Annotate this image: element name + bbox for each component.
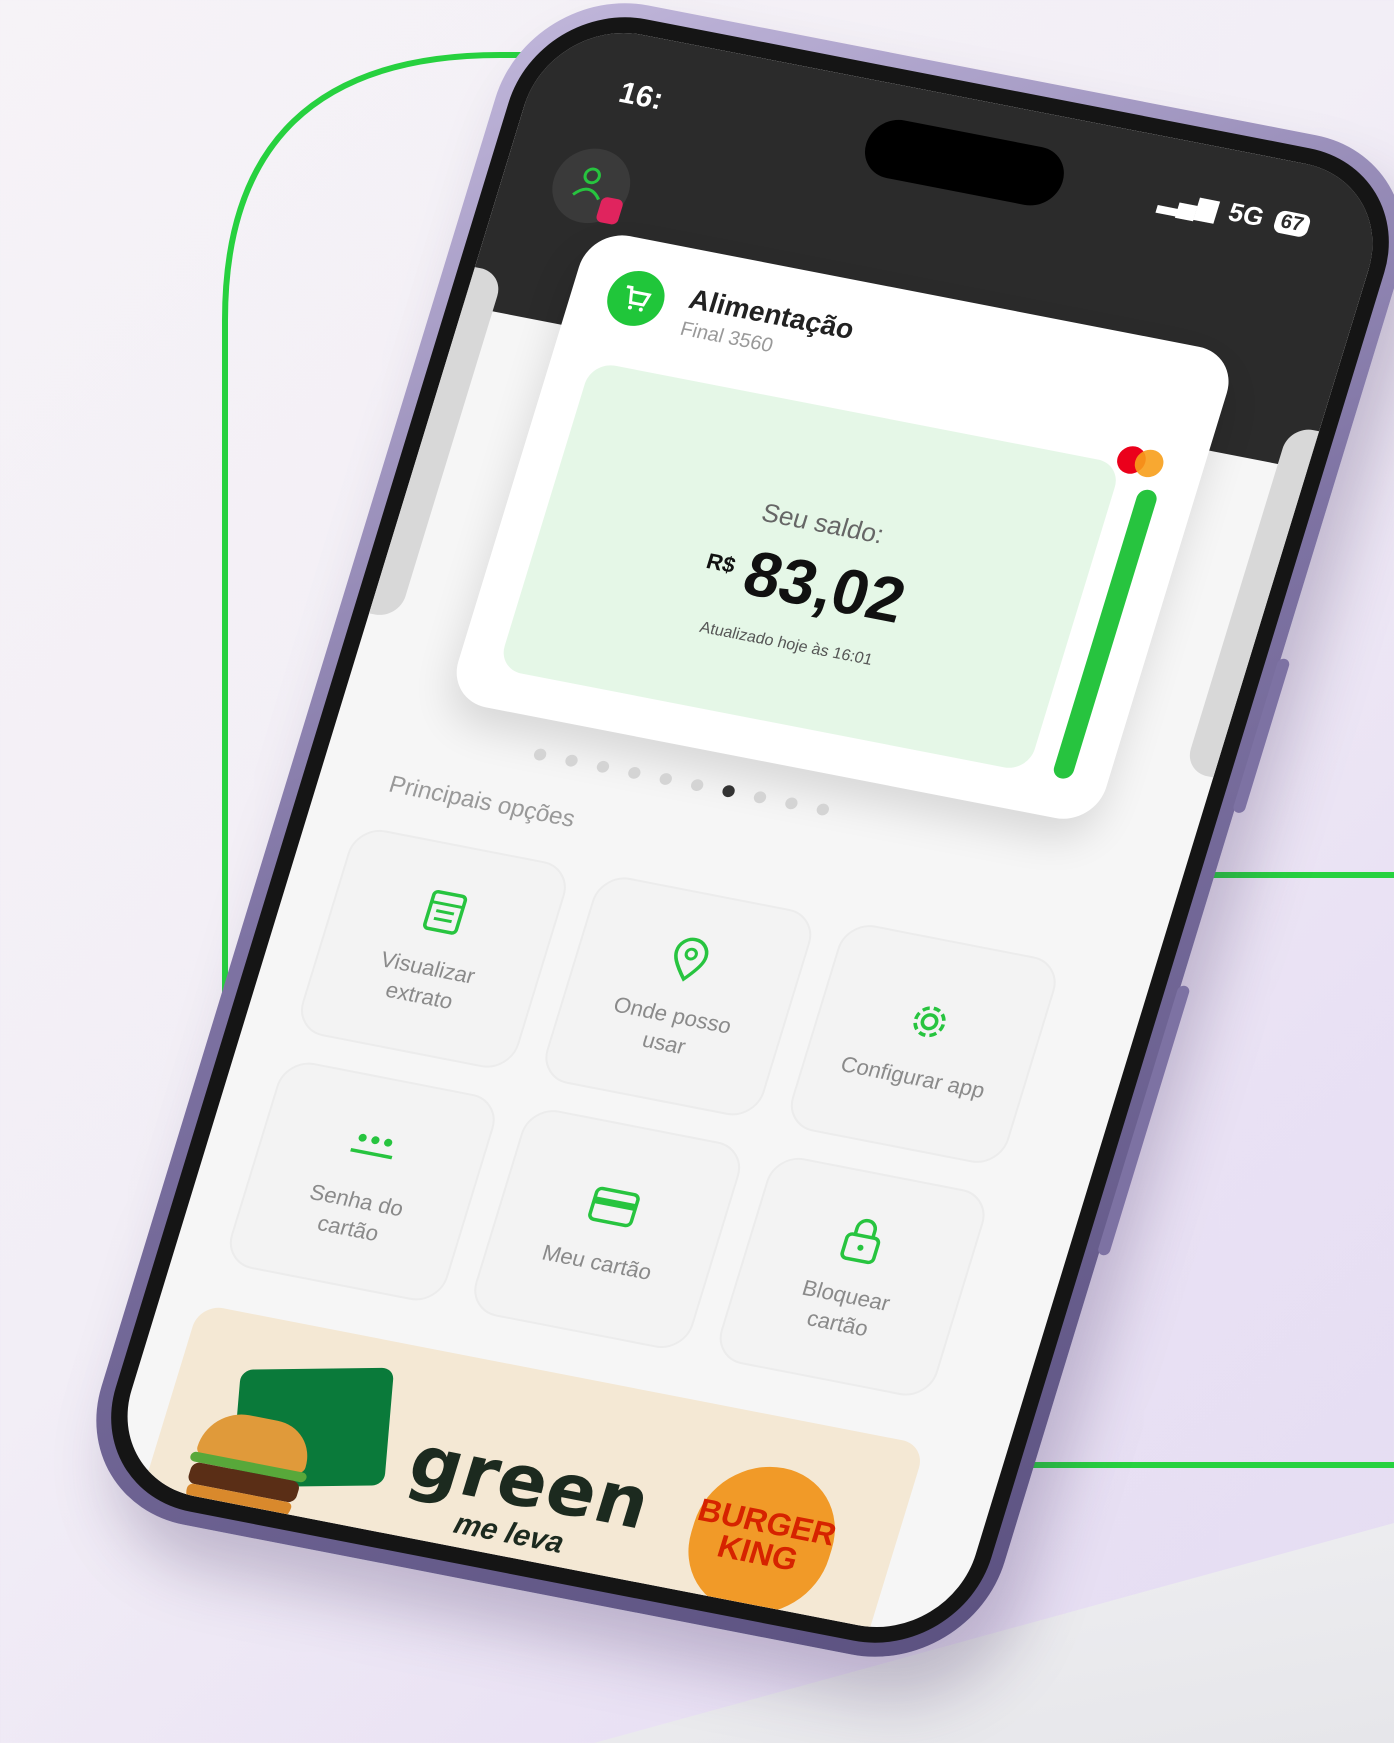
balance-panel: Seu saldo: R$ 83,02 Atualizado hoje às 1… (497, 361, 1122, 772)
battery-icon: 67 (1271, 209, 1313, 239)
receipt-icon (411, 883, 477, 943)
carousel-dot[interactable] (658, 772, 674, 786)
tile-label: Visualizar extrato (377, 946, 479, 1014)
currency-symbol: R$ (703, 548, 739, 578)
mastercard-icon (1113, 443, 1167, 480)
lock-icon (830, 1211, 896, 1271)
carousel-dot[interactable] (689, 778, 705, 793)
where-to-use-button[interactable]: Onde posso usar (538, 872, 819, 1121)
carousel-dot[interactable] (783, 796, 800, 811)
credit-card-icon (581, 1177, 647, 1237)
view-statement-button[interactable]: Visualizar extrato (293, 824, 574, 1073)
card-password-button[interactable]: Senha do cartão (222, 1057, 503, 1306)
section-title: Principais opções (385, 770, 579, 833)
tile-label: Onde posso usar (610, 992, 735, 1060)
options-grid: Visualizar extrato Onde posso usar Confi… (222, 824, 1064, 1401)
carousel-dot[interactable] (815, 802, 831, 817)
carousel-dot[interactable] (595, 759, 611, 774)
my-card-button[interactable]: Meu cartão (467, 1105, 748, 1354)
carousel-dot[interactable] (626, 765, 643, 780)
password-icon (340, 1115, 406, 1175)
tile-label: Bloquear cartão (799, 1275, 893, 1342)
tile-label: Configurar app (837, 1050, 989, 1103)
network-label: 5G (1225, 196, 1268, 233)
cart-icon (600, 266, 672, 331)
partner-logo-text: BURGER KING (693, 1491, 841, 1578)
block-card-button[interactable]: Bloquear cartão (711, 1152, 993, 1401)
carousel-dot[interactable] (532, 747, 548, 762)
carousel-dot[interactable] (752, 790, 768, 805)
map-pin-icon (656, 930, 722, 990)
tile-label: Senha do cartão (306, 1179, 407, 1246)
carousel-dot[interactable] (563, 753, 580, 768)
tile-label: Meu cartão (539, 1239, 655, 1285)
configure-app-button[interactable]: Configurar app (782, 919, 1064, 1168)
carousel-dot-active[interactable] (720, 784, 737, 799)
gear-icon (897, 992, 963, 1052)
